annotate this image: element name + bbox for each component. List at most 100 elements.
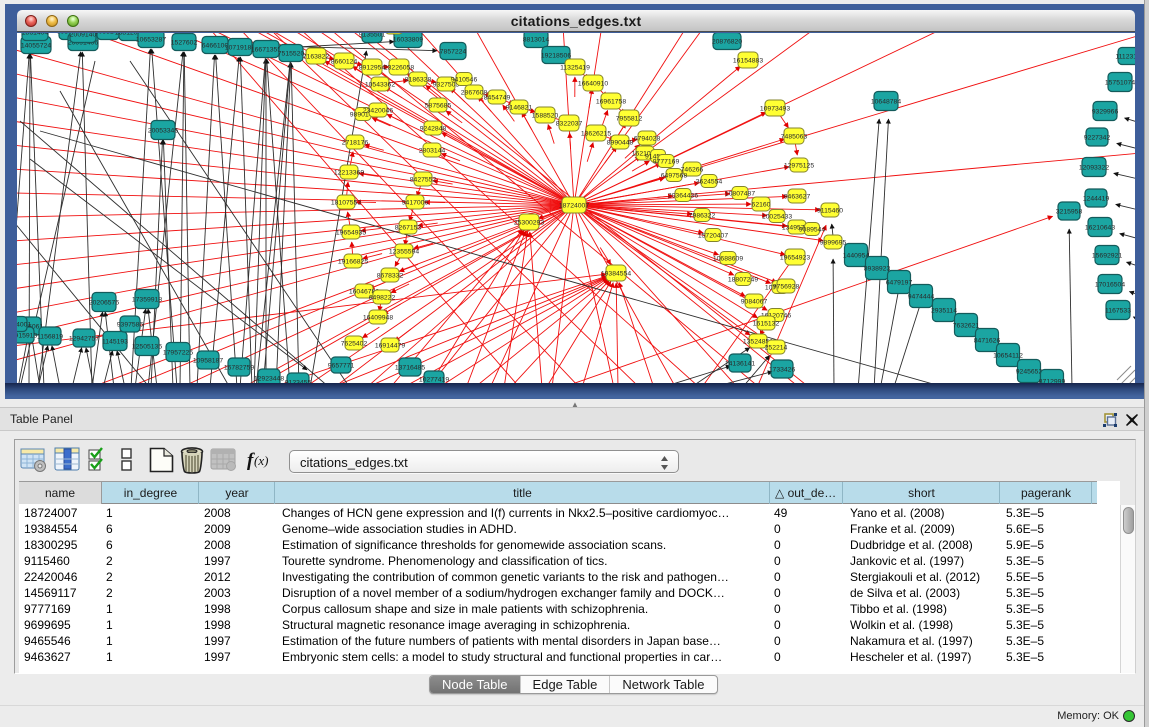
svg-text:10958187: 10958187 bbox=[193, 357, 223, 364]
svg-text:14055724: 14055724 bbox=[21, 42, 51, 49]
svg-text:10688609: 10688609 bbox=[713, 255, 743, 262]
svg-text:10807487: 10807487 bbox=[725, 190, 755, 197]
svg-text:7163822: 7163822 bbox=[303, 53, 330, 60]
svg-text:8322037: 8322037 bbox=[556, 120, 583, 127]
svg-text:17016504: 17016504 bbox=[1095, 281, 1125, 288]
svg-text:15692921: 15692921 bbox=[1092, 252, 1122, 259]
svg-text:20206576: 20206576 bbox=[89, 299, 119, 306]
svg-text:5875685: 5875685 bbox=[425, 102, 452, 109]
svg-text:15720407: 15720407 bbox=[698, 232, 728, 239]
svg-text:14136141: 14136141 bbox=[725, 360, 755, 367]
svg-text:20053346: 20053346 bbox=[148, 127, 178, 134]
svg-text:17957225: 17957225 bbox=[163, 349, 193, 356]
svg-text:7857224: 7857224 bbox=[440, 48, 467, 55]
svg-text:13716485: 13716485 bbox=[395, 364, 425, 371]
svg-text:6497568: 6497568 bbox=[661, 172, 688, 179]
svg-text:1156819: 1156819 bbox=[37, 333, 63, 340]
svg-text:2935114: 2935114 bbox=[931, 307, 957, 314]
svg-text:12093322: 12093322 bbox=[1079, 164, 1109, 171]
svg-text:20364436: 20364436 bbox=[668, 192, 698, 199]
svg-text:1145193: 1145193 bbox=[102, 338, 128, 345]
svg-text:16154883: 16154883 bbox=[733, 57, 763, 64]
svg-text:7625402: 7625402 bbox=[341, 340, 368, 347]
svg-text:9115460: 9115460 bbox=[817, 207, 843, 214]
svg-text:3624554: 3624554 bbox=[696, 178, 723, 185]
svg-text:1167533: 1167533 bbox=[1105, 307, 1131, 314]
svg-text:12355594: 12355594 bbox=[389, 248, 419, 255]
svg-text:10025433: 10025433 bbox=[762, 213, 792, 220]
svg-text:12505135: 12505135 bbox=[132, 343, 162, 350]
svg-text:8813014: 8813014 bbox=[523, 36, 550, 43]
svg-text:7594001: 7594001 bbox=[17, 321, 31, 328]
svg-text:16961758: 16961758 bbox=[596, 98, 626, 105]
svg-text:9410546: 9410546 bbox=[451, 76, 478, 83]
svg-text:2803144: 2803144 bbox=[419, 147, 446, 154]
svg-text:9089544: 9089544 bbox=[799, 226, 826, 233]
svg-text:8990448: 8990448 bbox=[607, 139, 634, 146]
svg-text:16210643: 16210643 bbox=[1085, 224, 1115, 231]
svg-text:1527602: 1527602 bbox=[171, 39, 198, 46]
svg-text:10653287: 10653287 bbox=[136, 36, 166, 43]
svg-text:10973493: 10973493 bbox=[760, 105, 790, 112]
svg-text:8427552: 8427552 bbox=[410, 176, 437, 183]
svg-text:9227342: 9227342 bbox=[1084, 134, 1111, 141]
svg-text:16671355: 16671355 bbox=[251, 46, 281, 53]
svg-text:1615132: 1615132 bbox=[753, 320, 780, 327]
svg-text:(x): (x) bbox=[254, 453, 268, 468]
svg-text:16409948: 16409948 bbox=[363, 314, 393, 321]
svg-text:9329966: 9329966 bbox=[1092, 108, 1119, 115]
svg-text:9397586: 9397586 bbox=[117, 321, 144, 328]
svg-text:12942757: 12942757 bbox=[69, 335, 99, 342]
svg-text:9146821: 9146821 bbox=[506, 104, 533, 111]
svg-text:8660124: 8660124 bbox=[331, 58, 358, 65]
svg-text:6498222: 6498222 bbox=[369, 294, 396, 301]
svg-text:12923448: 12923448 bbox=[254, 375, 284, 382]
svg-text:16640910: 16640910 bbox=[578, 80, 608, 87]
svg-text:9756928: 9756928 bbox=[773, 283, 800, 290]
svg-text:6794028: 6794028 bbox=[634, 135, 661, 142]
svg-text:9657771: 9657771 bbox=[328, 362, 355, 369]
svg-text:8471626: 8471626 bbox=[974, 337, 1001, 344]
svg-text:8912954: 8912954 bbox=[359, 64, 386, 71]
svg-text:1733426: 1733426 bbox=[769, 366, 796, 373]
svg-text:15751074: 15751074 bbox=[1105, 79, 1135, 86]
svg-text:12975125: 12975125 bbox=[784, 162, 814, 169]
svg-text:3915913: 3915913 bbox=[17, 332, 37, 339]
svg-text:3215958: 3215958 bbox=[1056, 208, 1083, 215]
svg-text:9777169: 9777169 bbox=[653, 158, 680, 165]
svg-text:11123144: 11123144 bbox=[1115, 53, 1135, 60]
svg-text:8454749: 8454749 bbox=[484, 94, 511, 101]
svg-text:18107553: 18107553 bbox=[331, 199, 361, 206]
svg-text:9242848: 9242848 bbox=[420, 125, 447, 132]
svg-text:7986322: 7986322 bbox=[689, 212, 716, 219]
svg-text:17359918: 17359918 bbox=[132, 296, 162, 303]
svg-text:9245652: 9245652 bbox=[1016, 368, 1043, 375]
svg-text:1588520: 1588520 bbox=[532, 112, 559, 119]
svg-text:13626215: 13626215 bbox=[581, 130, 611, 137]
svg-text:9899695: 9899695 bbox=[820, 239, 847, 246]
svg-text:7955812: 7955812 bbox=[616, 115, 643, 122]
svg-text:19218506: 19218506 bbox=[541, 52, 571, 59]
svg-text:10648784: 10648784 bbox=[871, 98, 901, 105]
svg-text:8938923: 8938923 bbox=[864, 265, 891, 272]
svg-text:16914479: 16914479 bbox=[375, 342, 405, 349]
svg-text:2009140: 2009140 bbox=[70, 33, 97, 38]
svg-text:19654935: 19654935 bbox=[336, 229, 366, 236]
svg-text:62160: 62160 bbox=[752, 201, 771, 208]
svg-text:9474444: 9474444 bbox=[908, 293, 935, 300]
svg-text:8186328: 8186328 bbox=[405, 76, 432, 83]
svg-text:20876820: 20876820 bbox=[712, 38, 742, 45]
svg-text:25300293: 25300293 bbox=[514, 219, 544, 226]
svg-text:19384554: 19384554 bbox=[601, 270, 631, 277]
svg-text:9135501: 9135501 bbox=[359, 33, 386, 38]
svg-text:12213369: 12213369 bbox=[334, 169, 364, 176]
svg-text:16782759: 16782759 bbox=[224, 364, 254, 371]
svg-text:7485063: 7485063 bbox=[781, 133, 808, 140]
svg-text:1861404: 1861404 bbox=[22, 33, 49, 36]
svg-text:9463627: 9463627 bbox=[784, 193, 811, 200]
svg-text:23420046: 23420046 bbox=[363, 107, 393, 114]
svg-text:11325419: 11325419 bbox=[560, 64, 590, 71]
svg-text:16033809: 16033809 bbox=[393, 36, 423, 43]
svg-text:19654923: 19654923 bbox=[780, 254, 810, 261]
svg-text:7515520: 7515520 bbox=[278, 50, 305, 57]
